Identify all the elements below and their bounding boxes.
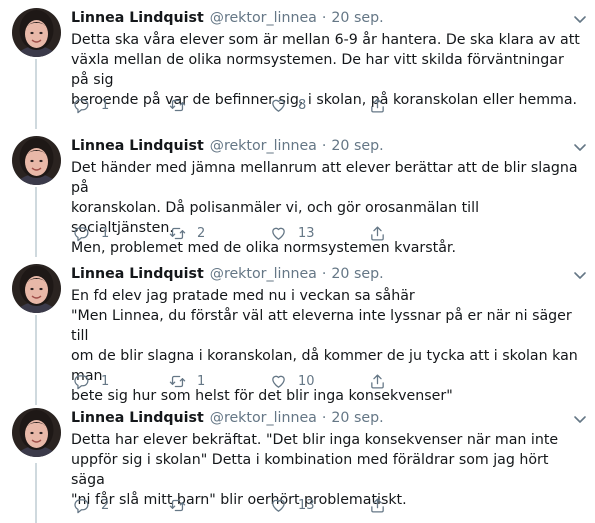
- thread-line: [35, 59, 37, 129]
- heart-icon: [272, 375, 285, 388]
- share-icon: [371, 497, 384, 513]
- separator-dot: ·: [321, 138, 327, 154]
- like-count: 10: [298, 373, 315, 389]
- avatar[interactable]: [12, 408, 61, 457]
- tweet-text: Det händer med jämna mellanrum att eleve…: [71, 160, 578, 256]
- chevron-down-icon[interactable]: [573, 270, 587, 280]
- avatar[interactable]: [12, 8, 61, 57]
- retweet-icon: [169, 227, 186, 239]
- reply-icon: [74, 226, 89, 241]
- retweet-icon: [169, 375, 186, 387]
- separator-dot: ·: [321, 266, 327, 282]
- like-count: 13: [298, 497, 315, 513]
- reply-count: 1: [101, 373, 110, 389]
- like-button[interactable]: 13: [270, 495, 315, 515]
- author-handle[interactable]: @rektor_linnea: [210, 408, 317, 428]
- tweet-header: Linnea Lindquist @rektor_linnea · 20 sep…: [71, 264, 581, 286]
- reply-count: 2: [101, 497, 110, 513]
- heart-icon: [272, 227, 285, 240]
- tweet-date[interactable]: 20 sep.: [331, 8, 383, 28]
- reply-button[interactable]: 2: [73, 495, 109, 515]
- like-count: 8: [298, 97, 307, 113]
- chevron-down-icon[interactable]: [573, 414, 587, 424]
- like-count: 13: [298, 225, 315, 241]
- avatar[interactable]: [12, 264, 61, 313]
- tweet-actions: 2 13: [71, 495, 411, 515]
- like-button[interactable]: 13: [270, 223, 315, 243]
- heart-icon: [272, 499, 285, 512]
- thread-line: [35, 315, 37, 405]
- share-icon: [371, 97, 384, 113]
- share-icon: [371, 373, 384, 389]
- author-name[interactable]: Linnea Lindquist: [71, 8, 204, 28]
- chevron-down-icon[interactable]: [573, 142, 587, 152]
- share-button[interactable]: [369, 223, 386, 243]
- retweet-button[interactable]: 2: [169, 223, 205, 243]
- reply-count: 1: [101, 97, 110, 113]
- author-handle[interactable]: @rektor_linnea: [210, 136, 317, 156]
- thread-line: [35, 463, 37, 523]
- thread-line: [35, 187, 37, 257]
- retweet-count: 2: [197, 225, 206, 241]
- reply-icon: [74, 498, 89, 513]
- retweet-icon: [169, 499, 186, 511]
- author-handle[interactable]: @rektor_linnea: [210, 8, 317, 28]
- reply-button[interactable]: 1: [73, 371, 109, 391]
- separator-dot: ·: [321, 10, 327, 26]
- tweet-header: Linnea Lindquist @rektor_linnea · 20 sep…: [71, 8, 581, 30]
- tweet-date[interactable]: 20 sep.: [331, 136, 383, 156]
- reply-icon: [74, 374, 89, 389]
- separator-dot: ·: [321, 410, 327, 426]
- reply-icon: [74, 98, 89, 113]
- tweet-actions: 1 8: [71, 95, 411, 115]
- avatar[interactable]: [12, 136, 61, 185]
- tweet-header: Linnea Lindquist @rektor_linnea · 20 sep…: [71, 408, 581, 430]
- reply-button[interactable]: 1: [73, 95, 109, 115]
- tweet-actions: 1 1 10: [71, 371, 411, 391]
- like-button[interactable]: 8: [270, 95, 306, 115]
- chevron-down-icon[interactable]: [573, 14, 587, 24]
- tweet-date[interactable]: 20 sep.: [331, 264, 383, 284]
- author-name[interactable]: Linnea Lindquist: [71, 136, 204, 156]
- share-icon: [371, 225, 384, 241]
- share-button[interactable]: [369, 371, 386, 391]
- retweet-button[interactable]: 1: [169, 371, 205, 391]
- author-name[interactable]: Linnea Lindquist: [71, 408, 204, 428]
- tweet-header: Linnea Lindquist @rektor_linnea · 20 sep…: [71, 136, 581, 158]
- heart-icon: [272, 99, 285, 112]
- share-button[interactable]: [369, 495, 386, 515]
- tweet-date[interactable]: 20 sep.: [331, 408, 383, 428]
- author-name[interactable]: Linnea Lindquist: [71, 264, 204, 284]
- retweet-count: 1: [197, 373, 206, 389]
- retweet-button[interactable]: [169, 495, 197, 515]
- author-handle[interactable]: @rektor_linnea: [210, 264, 317, 284]
- tweet-actions: 1 2 13: [71, 223, 411, 243]
- reply-count: 1: [101, 225, 110, 241]
- retweet-button[interactable]: [169, 95, 197, 115]
- reply-button[interactable]: 1: [73, 223, 109, 243]
- like-button[interactable]: 10: [270, 371, 315, 391]
- share-button[interactable]: [369, 95, 386, 115]
- retweet-icon: [169, 99, 186, 111]
